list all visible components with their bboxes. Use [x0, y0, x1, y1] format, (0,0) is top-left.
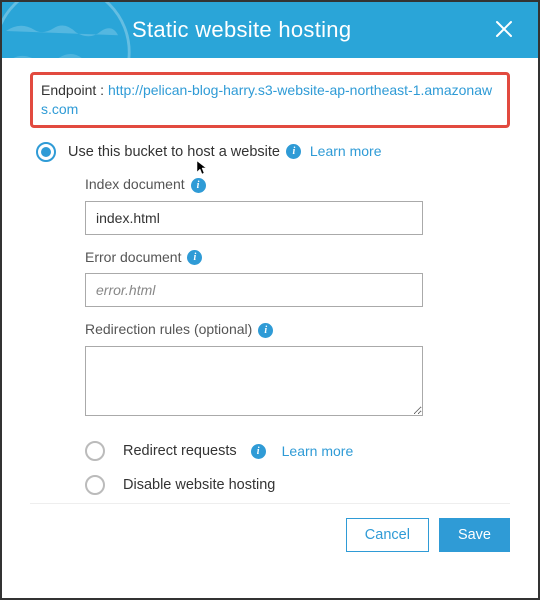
- cancel-button[interactable]: Cancel: [346, 518, 429, 552]
- index-document-input[interactable]: [85, 201, 423, 235]
- dialog-footer: Cancel Save: [2, 504, 538, 568]
- save-button[interactable]: Save: [439, 518, 510, 552]
- info-icon[interactable]: i: [251, 444, 266, 459]
- info-icon[interactable]: i: [286, 144, 301, 159]
- dialog-content: Endpoint : http://pelican-blog-harry.s3-…: [2, 58, 538, 504]
- endpoint-label: Endpoint :: [41, 82, 108, 98]
- lower-options: Redirect requests i Learn more Disable w…: [85, 441, 510, 495]
- error-doc-label: Error document i: [85, 249, 510, 266]
- radio-disable[interactable]: [85, 475, 105, 495]
- redirection-rules-input[interactable]: [85, 346, 423, 416]
- radio-host-website[interactable]: [36, 142, 56, 162]
- redirection-label: Redirection rules (optional) i: [85, 321, 510, 338]
- dialog-header: Static website hosting: [2, 2, 538, 58]
- option-host-website[interactable]: Use this bucket to host a website i Lear…: [36, 142, 510, 162]
- globe-bg-icon: [2, 2, 132, 58]
- host-form-section: Index document i Error document i Redire…: [85, 176, 510, 495]
- option-host-label: Use this bucket to host a website: [68, 144, 280, 160]
- error-document-input[interactable]: [85, 273, 423, 307]
- option-disable-label: Disable website hosting: [123, 477, 275, 493]
- cursor-icon: [196, 160, 208, 176]
- endpoint-link[interactable]: http://pelican-blog-harry.s3-website-ap-…: [41, 82, 492, 117]
- info-icon[interactable]: i: [191, 178, 206, 193]
- learn-more-link[interactable]: Learn more: [310, 143, 382, 159]
- learn-more-link[interactable]: Learn more: [282, 443, 354, 459]
- dialog-title: Static website hosting: [132, 17, 351, 43]
- index-doc-label: Index document i: [85, 176, 510, 193]
- option-disable[interactable]: Disable website hosting: [85, 475, 510, 495]
- close-icon[interactable]: [494, 17, 514, 43]
- option-redirect-label: Redirect requests: [123, 443, 237, 459]
- info-icon[interactable]: i: [187, 250, 202, 265]
- radio-redirect[interactable]: [85, 441, 105, 461]
- option-redirect[interactable]: Redirect requests i Learn more: [85, 441, 510, 461]
- info-icon[interactable]: i: [258, 323, 273, 338]
- endpoint-box: Endpoint : http://pelican-blog-harry.s3-…: [30, 72, 510, 128]
